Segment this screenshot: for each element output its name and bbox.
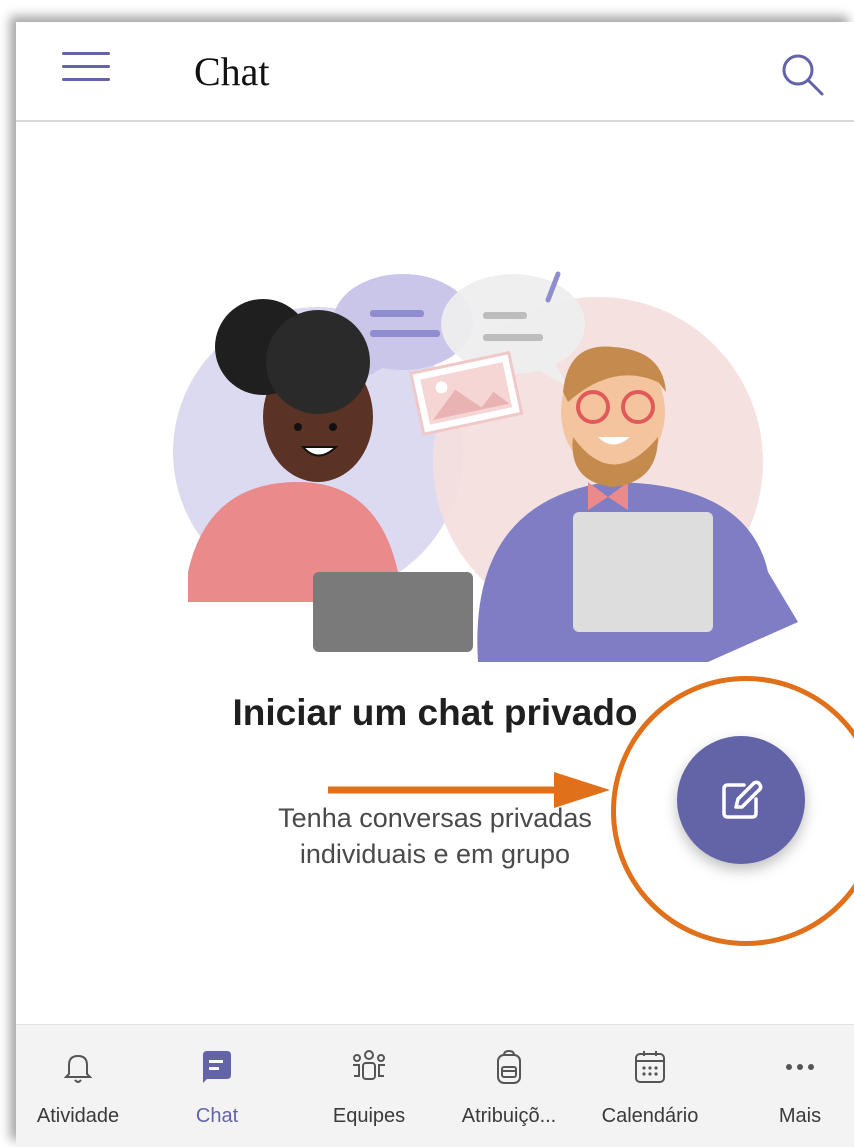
calendar-icon — [635, 1051, 665, 1083]
nav-label-chat: Chat — [195, 1105, 239, 1127]
more-icon — [786, 1064, 814, 1070]
nav-item-chat[interactable]: Chat — [158, 1025, 276, 1147]
chat-icon — [203, 1051, 231, 1083]
annotation-arrow — [328, 772, 610, 808]
page-title: Chat — [194, 49, 270, 94]
nav-label-atividade: Atividade — [36, 1105, 120, 1127]
search-icon[interactable] — [776, 48, 828, 100]
backpack-icon — [497, 1049, 521, 1084]
nav-label-equipes: Equipes — [332, 1105, 406, 1127]
nav-item-atividade[interactable]: Atividade — [18, 1025, 138, 1147]
hamburger-menu-icon[interactable] — [62, 52, 110, 82]
app-header: Chat — [16, 22, 854, 122]
nav-item-equipes[interactable]: Equipes — [312, 1025, 426, 1147]
nav-item-mais[interactable]: Mais — [750, 1025, 850, 1147]
chat-illustration — [173, 271, 798, 662]
teams-icon — [353, 1050, 385, 1080]
nav-label-mais: Mais — [778, 1105, 822, 1127]
nav-label-atribuicoes: Atribuiçõ... — [461, 1105, 557, 1127]
nav-item-atribuicoes[interactable]: Atribuiçõ... — [444, 1025, 574, 1147]
bell-icon — [63, 1054, 93, 1083]
bottom-navigation: Atividade Chat Equipes Atribuiçõ... Cale… — [16, 1024, 854, 1147]
nav-label-calendario: Calendário — [601, 1105, 699, 1127]
app-frame: Chat Iniciar um chat privado Tenha conve… — [16, 22, 854, 1147]
nav-item-calendario[interactable]: Calendário — [582, 1025, 718, 1147]
